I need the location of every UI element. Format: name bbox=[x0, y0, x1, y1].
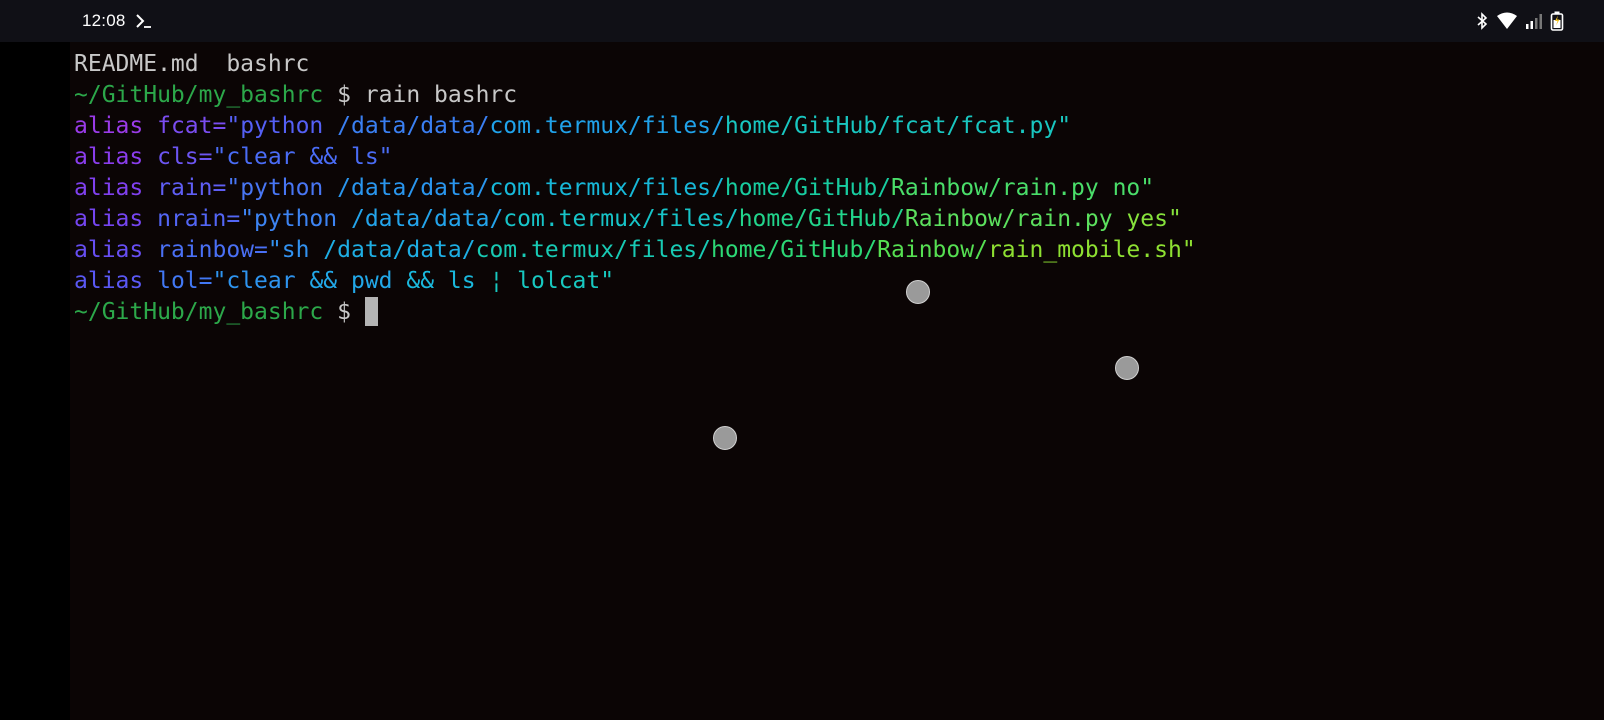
terminal-line: alias fcat="python /data/data/com.termux… bbox=[74, 111, 1196, 142]
terminal-text-segment: /data/data/ bbox=[337, 175, 490, 201]
terminal-text-segment: home/GitHub/ bbox=[724, 175, 892, 201]
terminal-text-segment: Rainbow/rain.py no" bbox=[891, 175, 1155, 201]
terminal-text-segment: alias bbox=[74, 144, 144, 170]
terminal-output: README.md bashrc ~/GitHub/my_bashrc $ rai… bbox=[74, 49, 1196, 328]
terminal-text-segment: lol= bbox=[143, 268, 213, 294]
terminal-text-segment: rain_mobile.sh" bbox=[987, 237, 1196, 263]
status-time: 12:08 bbox=[82, 11, 126, 30]
terminal-text-segment: cls= bbox=[143, 144, 213, 170]
left-strip bbox=[0, 42, 70, 720]
wifi-icon bbox=[1497, 12, 1517, 29]
terminal-text-segment: home/GitHub/fcat/fcat.py" bbox=[724, 113, 1072, 139]
terminal-text-segment: Rainbow/ bbox=[877, 237, 988, 263]
touch-indicator-dot bbox=[713, 426, 737, 450]
terminal-text-segment: com.termux/files/ bbox=[489, 175, 725, 201]
terminal-text-segment: rain= bbox=[143, 175, 227, 201]
terminal-text-segment: fcat= bbox=[143, 113, 227, 139]
terminal-text-segment: rainbow= bbox=[143, 237, 268, 263]
terminal-text-segment: Rainbow/rain.py bbox=[904, 206, 1127, 232]
terminal-line: alias cls="clear && ls" bbox=[74, 142, 1196, 173]
terminal-line: alias lol="clear && pwd && ls ¦ lolcat" bbox=[74, 266, 1196, 297]
terminal-text-segment: $ rain bashrc bbox=[323, 82, 518, 108]
terminal-text-segment: $ bbox=[323, 299, 365, 325]
status-bar: 12:08 bbox=[0, 0, 1604, 42]
terminal-text-segment: com.termux/files/ bbox=[475, 237, 711, 263]
terminal-text-segment: "python bbox=[226, 175, 338, 201]
terminal-text-segment: home/GitHub/ bbox=[738, 206, 905, 232]
terminal-line: ~/GitHub/my_bashrc $ bbox=[74, 297, 1196, 328]
terminal-text-segment: com.termux/files/ bbox=[489, 113, 725, 139]
terminal-text-segment: ¦ lolcat" bbox=[489, 268, 615, 294]
terminal-text-segment: "clear && ls" bbox=[212, 144, 393, 170]
terminal-text-segment: alias bbox=[74, 113, 144, 139]
bluetooth-icon bbox=[1477, 12, 1488, 30]
terminal-line: alias rainbow="sh /data/data/com.termux/… bbox=[74, 235, 1196, 266]
terminal-line: README.md bashrc bbox=[74, 49, 1196, 80]
terminal-line: alias nrain="python /data/data/com.termu… bbox=[74, 204, 1196, 235]
terminal-line: alias rain="python /data/data/com.termux… bbox=[74, 173, 1196, 204]
touch-indicator-dot bbox=[1115, 356, 1139, 380]
terminal-text-segment: && pwd bbox=[309, 268, 407, 294]
cell-signal-icon bbox=[1526, 14, 1542, 29]
terminal-text-segment: ~/GitHub/my_bashrc bbox=[74, 82, 324, 108]
terminal-text-segment: /data/data/ bbox=[337, 113, 490, 139]
terminal-text-segment: && ls bbox=[406, 268, 490, 294]
terminal-cursor bbox=[364, 297, 378, 326]
terminal-text-segment: "python bbox=[226, 113, 338, 139]
terminal-text-segment: alias bbox=[74, 206, 144, 232]
terminal-text-segment: home/GitHub/ bbox=[711, 237, 878, 263]
terminal-text-segment: /data/data/ bbox=[323, 237, 476, 263]
terminal-text-segment: com.termux/files/ bbox=[503, 206, 739, 232]
terminal-text-segment: "python bbox=[240, 206, 351, 232]
touch-indicator-dot bbox=[906, 280, 930, 304]
terminal-text-segment: ~/GitHub/my_bashrc bbox=[74, 299, 324, 325]
terminal-text-segment: /data/data/ bbox=[350, 206, 504, 232]
terminal-text-segment: alias bbox=[74, 237, 144, 263]
terminal-text-segment: yes" bbox=[1126, 206, 1182, 232]
screen: 12:08 README.md bashrc ~/GitHub/my_bashr… bbox=[0, 0, 1604, 720]
terminal-line: ~/GitHub/my_bashrc $ rain bashrc bbox=[74, 80, 1196, 111]
terminal-view[interactable]: README.md bashrc ~/GitHub/my_bashrc $ rai… bbox=[70, 42, 1604, 720]
terminal-text-segment: "clear bbox=[212, 268, 310, 294]
terminal-text-segment: alias bbox=[74, 268, 144, 294]
terminal-text-segment: "sh bbox=[267, 237, 324, 263]
termux-prompt-icon bbox=[136, 14, 151, 28]
battery-icon bbox=[1550, 11, 1564, 31]
terminal-text-segment: README.md bashrc bbox=[74, 51, 310, 77]
status-icons bbox=[1475, 10, 1564, 32]
terminal-text-segment: alias bbox=[74, 175, 144, 201]
terminal-text-segment: nrain= bbox=[143, 206, 241, 232]
